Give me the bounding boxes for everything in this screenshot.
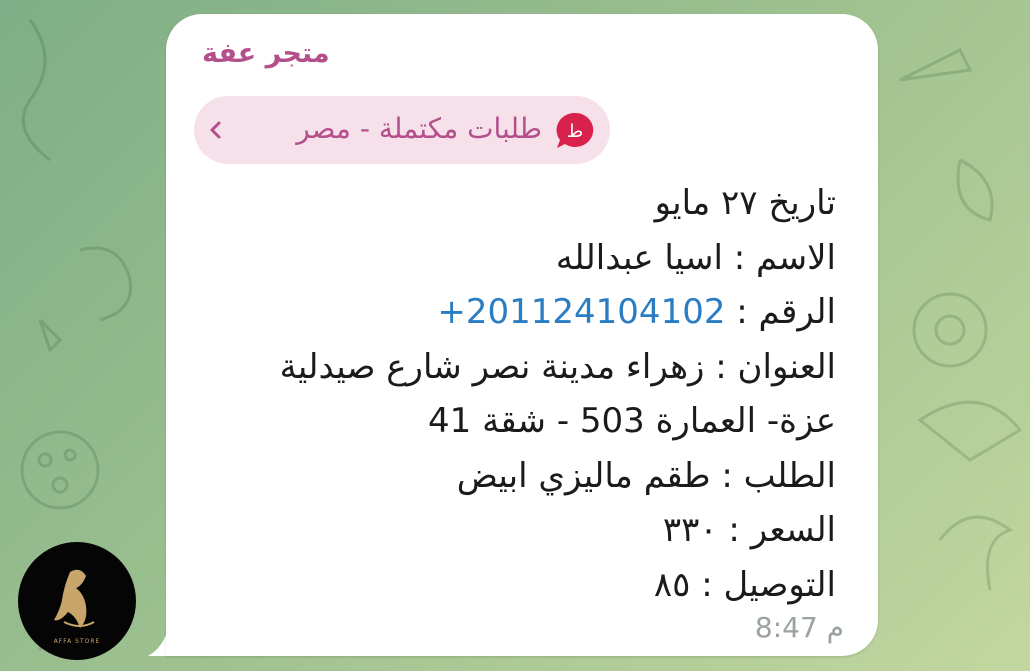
chevron-left-icon [210, 121, 221, 139]
message-line-name: الاسم : اسيا عبدالله [555, 237, 836, 278]
topic-badge-letter: ط [567, 121, 584, 142]
sender-name[interactable]: متجر عفة [202, 38, 330, 69]
message-time: 8:47 م [754, 611, 844, 644]
topic-label: طلبات مكتملة - مصر [296, 112, 542, 145]
message-line-price: السعر : ٣٣٠ [662, 510, 836, 550]
message-line-order: الطلب : طقم ماليزي ابيض [456, 455, 836, 496]
message-line-date: تاريخ ٢٧ مايو [654, 183, 836, 223]
topic-badge-icon: ط [556, 112, 594, 148]
message-line-phone: الرقم : +201124104102 [186, 285, 836, 340]
message-line-delivery: التوصيل : ٨٥ [653, 564, 836, 605]
topic-link[interactable]: طلبات مكتملة - مصر ط [194, 96, 610, 164]
phone-label: الرقم : [725, 292, 836, 332]
avatar-caption: AFFA STORE [53, 638, 101, 645]
message-bubble[interactable]: متجر عفة طلبات مكتملة - مصر ط تاريخ ٢٧ م… [166, 14, 878, 656]
message-line-address: العنوان : زهراء مدينة نصر شارع صيدلية [279, 346, 836, 387]
channel-avatar[interactable]: AFFA STORE [18, 542, 136, 660]
message-line-address-cont: عزة- العمارة 503 - شقة 41 [428, 401, 836, 441]
phone-link[interactable]: +201124104102 [437, 292, 725, 332]
message-text: تاريخ ٢٧ مايو الاسم : اسيا عبدالله الرقم… [186, 176, 836, 612]
